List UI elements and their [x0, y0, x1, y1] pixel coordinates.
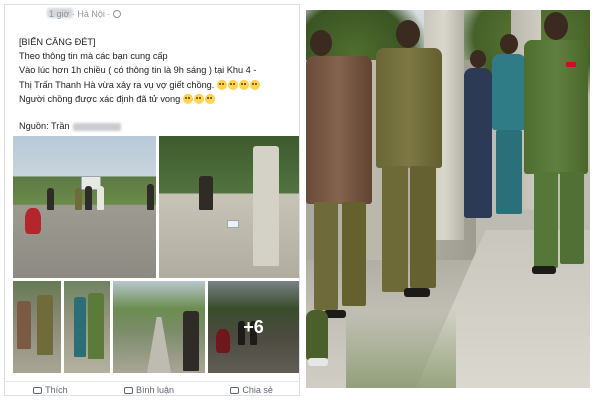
olive-trousers — [382, 166, 408, 292]
person-partial — [306, 310, 332, 370]
post-line-4: Thị Trấn Thanh Hà vừa xảy ra vụ vợ giết … — [19, 78, 295, 92]
person-figure — [75, 188, 82, 210]
shoe — [404, 288, 430, 297]
post-line-5: Người chồng được xác định đã tử vong — [19, 92, 295, 106]
brown-jacket — [306, 56, 372, 204]
red-rank-badge — [566, 62, 576, 67]
face-crying-emoji-icon — [204, 93, 215, 104]
post-meta: 1 giờ · Hà Nội · — [49, 9, 122, 19]
comment-icon — [123, 386, 133, 394]
red-motorbike — [25, 208, 41, 234]
like-button[interactable]: Thích — [33, 385, 68, 395]
post-photo-more[interactable]: +6 — [208, 281, 299, 373]
post-meta-text: 1 giờ · Hà Nội · — [49, 9, 111, 19]
person-brown-jacket — [306, 30, 376, 320]
blurred-source-name — [72, 123, 121, 131]
person-head — [310, 30, 332, 56]
green-trousers — [534, 172, 558, 268]
post-photo-alley[interactable] — [113, 281, 205, 373]
person-head — [470, 50, 486, 68]
officer-green-uniform — [518, 10, 590, 280]
globe-icon — [113, 10, 122, 18]
post-line-4-text: Thị Trấn Thanh Hà vừa xảy ra vụ vợ giết … — [19, 79, 215, 90]
facebook-post-card: 1 giờ · Hà Nội · [BIẾN CĂNG ĐÉT] Theo th… — [4, 4, 300, 396]
person-at-gate — [199, 176, 213, 210]
olive-trousers — [314, 202, 338, 310]
olive-uniform-jacket — [376, 48, 442, 168]
person-head — [396, 20, 420, 48]
post-action-bar: Thích Bình luận Chia sẻ — [5, 381, 299, 395]
more-photos-overlay[interactable]: +6 — [208, 281, 299, 373]
like-icon — [33, 386, 43, 394]
post-line-2: Theo thông tin mà các bạn cung cấp — [19, 51, 168, 62]
face-crying-emoji-icon — [193, 93, 204, 104]
alley-road — [147, 317, 171, 373]
post-body-text: [BIẾN CĂNG ĐÉT] Theo thông tin mà các bạ… — [19, 35, 295, 106]
emoji-group-2 — [182, 93, 215, 104]
green-uniform-jacket — [524, 40, 588, 174]
person-figure — [74, 297, 86, 357]
person-figure — [47, 188, 54, 210]
officer-olive-uniform — [368, 20, 448, 320]
wall-sign — [227, 220, 239, 228]
person-figure — [85, 186, 92, 210]
face-crying-emoji-icon — [182, 93, 193, 104]
post-line-headline: [BIẾN CĂNG ĐÉT] — [19, 37, 96, 47]
comment-button[interactable]: Bình luận — [123, 385, 175, 395]
person-figure — [97, 186, 104, 210]
olive-trousers — [410, 166, 436, 288]
source-label: Nguồn: Trần — [19, 121, 70, 131]
face-screaming-emoji-icon — [238, 79, 249, 90]
emoji-group-1 — [216, 79, 260, 90]
face-screaming-emoji-icon — [216, 79, 227, 90]
share-label: Chia sẻ — [242, 385, 273, 395]
person-head — [500, 34, 518, 54]
post-line-5-text: Người chồng được xác định đã tử vong — [19, 93, 181, 104]
green-clothing — [306, 310, 328, 360]
post-source: Nguồn: Trần — [19, 121, 121, 131]
comment-label: Bình luận — [135, 385, 175, 395]
post-photo-street[interactable] — [13, 136, 156, 278]
officer-figure — [37, 295, 53, 355]
like-label: Thích — [45, 385, 68, 395]
face-screaming-emoji-icon — [227, 79, 238, 90]
person-figure — [147, 184, 154, 210]
green-trousers — [560, 172, 584, 264]
post-photo-officers-1[interactable] — [13, 281, 61, 373]
grass-patch — [346, 310, 456, 388]
person-figure — [183, 311, 199, 371]
post-photo-officers-2[interactable] — [64, 281, 110, 373]
person-figure — [17, 301, 31, 349]
shoe — [532, 266, 556, 274]
share-button[interactable]: Chia sẻ — [230, 385, 273, 395]
olive-trousers — [342, 202, 366, 306]
dark-clothes — [464, 68, 492, 218]
person-head — [544, 12, 568, 40]
scene-photo-officers-at-wall — [306, 10, 590, 388]
post-line-3: Vào lúc hơn 1h chiều ( có thông tin là 9… — [19, 65, 257, 76]
share-icon — [230, 386, 240, 394]
face-screaming-emoji-icon — [249, 79, 260, 90]
post-photo-gate[interactable] — [159, 136, 299, 278]
officer-figure — [88, 293, 104, 359]
gate-pillar — [253, 146, 279, 266]
white-shoe — [308, 358, 328, 366]
more-photos-count: +6 — [243, 316, 264, 337]
